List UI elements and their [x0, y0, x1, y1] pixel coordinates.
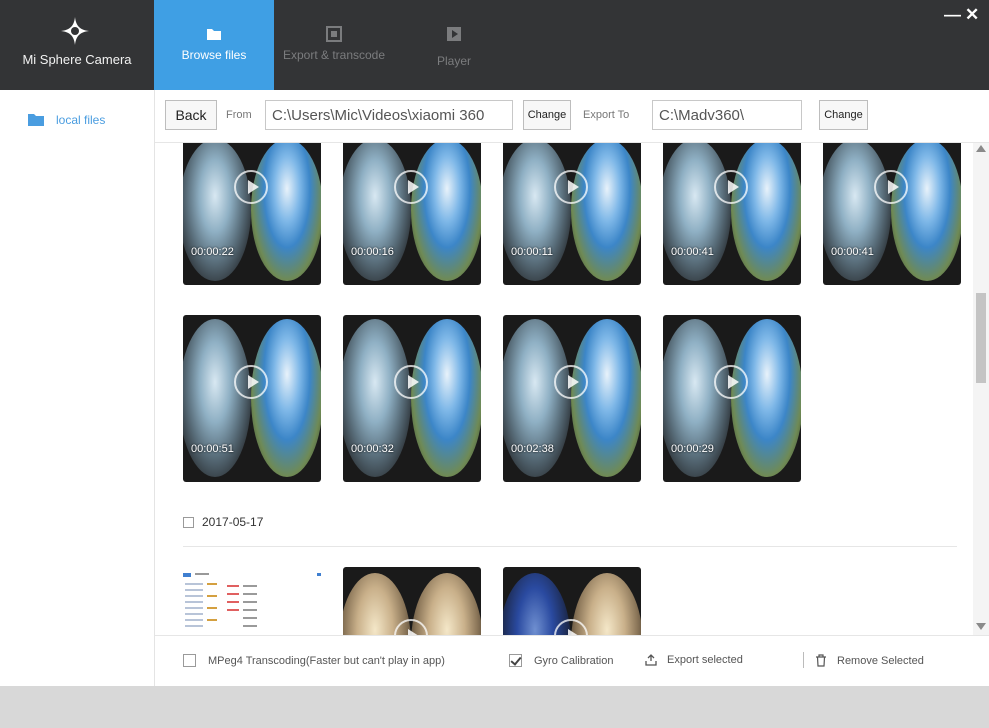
folder-icon: [207, 29, 221, 40]
export-selected-label: Export selected: [667, 654, 743, 666]
app-header: Mi Sphere Camera Browse files Export & t…: [0, 0, 989, 90]
play-icon: [394, 170, 428, 204]
video-thumbnail[interactable]: 00:00:41: [823, 143, 961, 285]
video-duration: 00:00:51: [191, 443, 234, 455]
screenshot-preview: [183, 573, 321, 627]
change-export-button[interactable]: Change: [819, 100, 868, 130]
sidebar: local files: [0, 90, 155, 686]
video-thumbnail[interactable]: 00:02:38: [503, 315, 641, 482]
gyro-calibration-label: Gyro Calibration: [534, 654, 614, 667]
export-icon: [645, 654, 657, 666]
video-thumbnail[interactable]: 00:00:29: [663, 315, 801, 482]
play-icon: [554, 170, 588, 204]
video-duration: 00:00:29: [671, 443, 714, 455]
export-icon: [326, 26, 342, 42]
video-duration: 00:00:16: [351, 246, 394, 258]
video-duration: 00:00:41: [831, 246, 874, 258]
mpeg4-transcoding-checkbox[interactable]: [183, 654, 196, 667]
from-label: From: [226, 109, 252, 121]
image-thumbnail[interactable]: [183, 567, 321, 635]
video-thumbnail[interactable]: 00:00:22: [183, 143, 321, 285]
sidebar-item-label: local files: [56, 113, 106, 127]
brand: Mi Sphere Camera: [0, 0, 154, 90]
play-icon: [234, 365, 268, 399]
app-title: Mi Sphere Camera: [22, 52, 132, 67]
export-to-label: Export To: [583, 109, 630, 121]
tab-label: Browse files: [181, 48, 247, 62]
video-duration: 00:00:32: [351, 443, 394, 455]
video-duration: 00:02:38: [511, 443, 554, 455]
video-thumbnail[interactable]: 00:00:32: [343, 315, 481, 482]
path-toolbar: Back From Change Export To Change: [155, 90, 989, 143]
tab-player[interactable]: Player: [394, 0, 514, 90]
sphere-logo-icon: [61, 17, 89, 45]
close-button[interactable]: ✕: [965, 6, 979, 24]
window-bottom-strip: [0, 686, 989, 728]
play-icon: [874, 170, 908, 204]
gyro-calibration-checkbox[interactable]: [509, 654, 522, 667]
change-source-button[interactable]: Change: [523, 100, 571, 130]
tab-label: Export & transcode: [282, 48, 386, 62]
source-path-input[interactable]: [265, 100, 513, 130]
play-icon: [714, 170, 748, 204]
play-icon: [234, 170, 268, 204]
video-thumbnail[interactable]: 00:00:41: [663, 143, 801, 285]
video-thumbnail[interactable]: 00:00:16: [343, 143, 481, 285]
scroll-down-arrow-icon[interactable]: [976, 623, 986, 630]
select-date-checkbox[interactable]: [183, 516, 194, 528]
remove-selected-button[interactable]: Remove Selected: [815, 654, 924, 667]
remove-selected-label: Remove Selected: [837, 654, 924, 667]
divider: [803, 652, 804, 668]
video-thumbnail[interactable]: [343, 567, 481, 635]
play-icon: [394, 365, 428, 399]
scroll-up-arrow-icon[interactable]: [976, 145, 986, 152]
scroll-thumb[interactable]: [976, 293, 986, 383]
trash-icon: [816, 654, 826, 667]
mpeg4-transcoding-label: MPeg4 Transcoding(Faster but can't play …: [208, 654, 445, 667]
divider: [183, 546, 957, 547]
tab-export-transcode[interactable]: Export & transcode: [274, 0, 394, 90]
vertical-scrollbar[interactable]: [973, 143, 989, 635]
video-thumbnail[interactable]: 00:00:51: [183, 315, 321, 482]
play-icon: [447, 27, 461, 41]
play-icon: [714, 365, 748, 399]
tab-browse-files[interactable]: Browse files: [154, 0, 274, 90]
video-duration: 00:00:22: [191, 246, 234, 258]
date-group-header[interactable]: 2017-05-17: [183, 515, 263, 529]
date-label: 2017-05-17: [202, 515, 264, 529]
mpeg4-transcoding-option[interactable]: MPeg4 Transcoding(Faster but can't play …: [183, 654, 445, 667]
gyro-calibration-option[interactable]: Gyro Calibration: [509, 654, 613, 667]
export-path-input[interactable]: [652, 100, 802, 130]
tab-label: Player: [436, 54, 471, 68]
minimize-button[interactable]: —: [944, 6, 961, 24]
video-duration: 00:00:41: [671, 246, 714, 258]
video-thumbnail[interactable]: [503, 567, 641, 635]
sidebar-item-local-files[interactable]: local files: [28, 110, 105, 130]
video-thumbnail[interactable]: 00:00:11: [503, 143, 641, 285]
folder-icon: [28, 114, 44, 126]
export-selected-button[interactable]: Export selected: [645, 654, 743, 666]
file-grid: 00:00:22 00:00:16 00:00:11 00:00:41 00:0…: [155, 143, 973, 635]
action-bar: MPeg4 Transcoding(Faster but can't play …: [155, 635, 989, 687]
play-icon: [554, 365, 588, 399]
video-duration: 00:00:11: [511, 246, 554, 258]
back-button[interactable]: Back: [165, 100, 217, 130]
